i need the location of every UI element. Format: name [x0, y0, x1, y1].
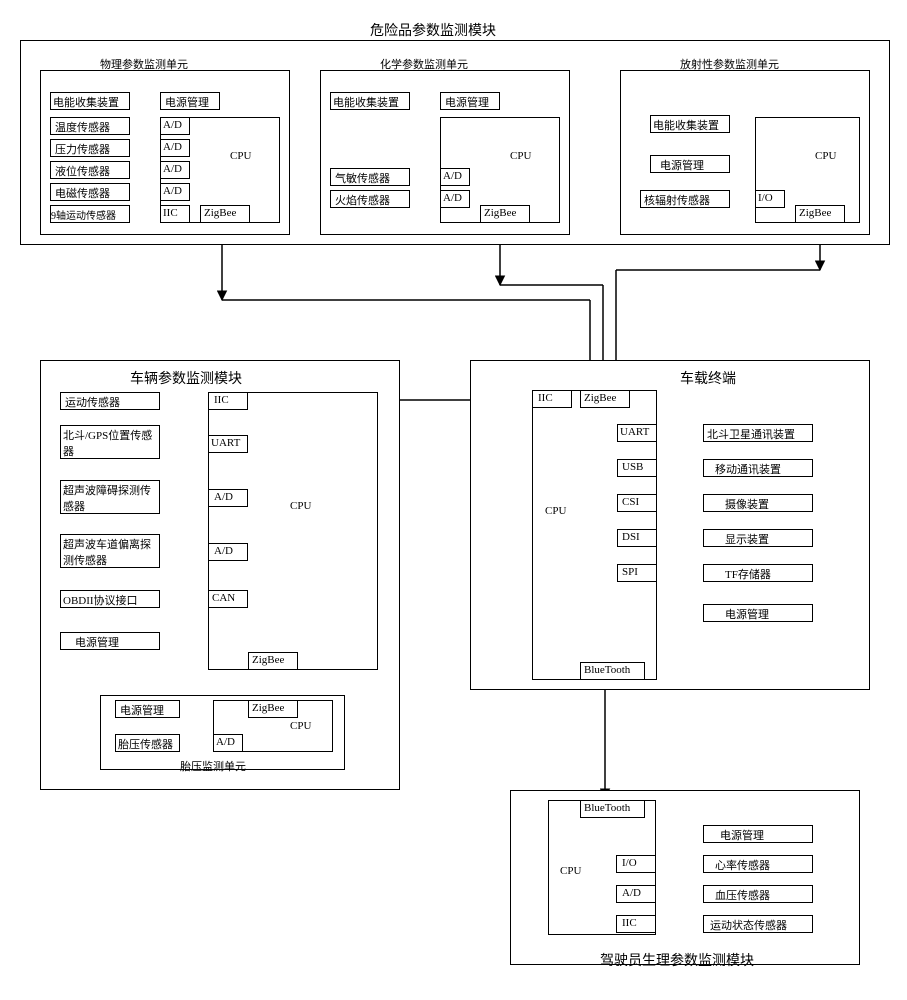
phy-ad4-lbl: A/D	[163, 185, 182, 197]
phy-temp-lbl: 温度传感器	[55, 119, 110, 135]
rad-power-lbl: 电源管理	[660, 157, 704, 173]
phy-zigbee-lbl: ZigBee	[204, 207, 236, 219]
term-power-lbl: 电源管理	[725, 606, 769, 622]
term-mobile-lbl: 移动通讯装置	[715, 461, 781, 477]
phy-level-lbl: 液位传感器	[55, 163, 110, 179]
phy-em-lbl: 电磁传感器	[55, 185, 110, 201]
chem-ad2-lbl: A/D	[443, 192, 462, 204]
term-csi-lbl: CSI	[622, 496, 639, 508]
veh-cpu	[208, 392, 378, 670]
veh-ultra-lane-lbl: 超声波车道偏离探测传感器	[63, 536, 158, 568]
tire-title: 胎压监测单元	[180, 758, 246, 774]
chem-flame-lbl: 火焰传感器	[335, 192, 390, 208]
tire-zigbee-lbl: ZigBee	[252, 702, 284, 714]
physical-title: 物理参数监测单元	[100, 56, 188, 72]
tire-cpu-lbl: CPU	[290, 720, 311, 732]
drv-io-lbl: I/O	[622, 857, 637, 869]
drv-bt-lbl: BlueTooth	[584, 802, 630, 814]
veh-cpu-lbl: CPU	[290, 500, 311, 512]
term-iic-lbl: IIC	[538, 392, 553, 404]
veh-ad2-lbl: A/D	[214, 545, 233, 557]
drv-power-lbl: 电源管理	[720, 827, 764, 843]
chem-zigbee-lbl: ZigBee	[484, 207, 516, 219]
term-spi-lbl: SPI	[622, 566, 638, 578]
terminal-title: 车载终端	[680, 368, 736, 388]
term-cpu-lbl: CPU	[545, 505, 566, 517]
veh-zigbee-lbl: ZigBee	[252, 654, 284, 666]
drv-bp-lbl: 血压传感器	[715, 887, 770, 903]
term-dsi-lbl: DSI	[622, 531, 640, 543]
tire-ad-lbl: A/D	[216, 736, 235, 748]
drv-heart-lbl: 心率传感器	[715, 857, 770, 873]
chem-ad1-lbl: A/D	[443, 170, 462, 182]
rad-nuc-lbl: 核辐射传感器	[644, 192, 710, 208]
veh-ad1-lbl: A/D	[214, 491, 233, 503]
term-beidou-lbl: 北斗卫星通讯装置	[707, 426, 795, 442]
vehicle-title: 车辆参数监测模块	[130, 368, 242, 388]
rad-zigbee-lbl: ZigBee	[799, 207, 831, 219]
tire-power-lbl: 电源管理	[120, 702, 164, 718]
hazmat-title: 危险品参数监测模块	[370, 20, 496, 40]
term-cam-lbl: 摄像装置	[725, 496, 769, 512]
driver-title: 驾驶员生理参数监测模块	[600, 950, 754, 970]
veh-iic-lbl: IIC	[214, 394, 229, 406]
term-uart-lbl: UART	[620, 426, 649, 438]
terminal-module	[470, 360, 870, 690]
radiation-title: 放射性参数监测单元	[680, 56, 779, 72]
phy-ad3-lbl: A/D	[163, 163, 182, 175]
phy-cpu-lbl: CPU	[230, 150, 251, 162]
chem-power-lbl: 电源管理	[445, 94, 489, 110]
term-disp-lbl: 显示装置	[725, 531, 769, 547]
rad-energy-lbl: 电能收集装置	[653, 117, 719, 133]
term-zigbee-lbl: ZigBee	[584, 392, 616, 404]
term-tf-lbl: TF存储器	[725, 566, 771, 582]
tire-tp-lbl: 胎压传感器	[118, 736, 173, 752]
drv-motion-lbl: 运动状态传感器	[710, 917, 787, 933]
veh-can-lbl: CAN	[212, 592, 235, 604]
phy-ad2-lbl: A/D	[163, 141, 182, 153]
veh-uart-lbl: UART	[211, 437, 240, 449]
drv-iic-lbl: IIC	[622, 917, 637, 929]
drv-cpu-lbl: CPU	[560, 865, 581, 877]
chem-gas-lbl: 气敏传感器	[335, 170, 390, 186]
phy-9ax-lbl: 9轴运动传感器	[51, 207, 116, 222]
veh-gps-lbl: 北斗/GPS位置传感器	[63, 427, 158, 459]
veh-motion-lbl: 运动传感器	[65, 394, 120, 410]
phy-iic-lbl: IIC	[163, 207, 178, 219]
phy-energy-lbl: 电能收集装置	[53, 94, 119, 110]
phy-ad1-lbl: A/D	[163, 119, 182, 131]
phy-press-lbl: 压力传感器	[55, 141, 110, 157]
term-bt-lbl: BlueTooth	[584, 664, 630, 676]
chem-cpu-lbl: CPU	[510, 150, 531, 162]
term-usb-lbl: USB	[622, 461, 643, 473]
veh-power-lbl: 电源管理	[75, 634, 119, 650]
veh-ultra-obs-lbl: 超声波障碍探测传感器	[63, 482, 158, 514]
rad-io-lbl: I/O	[758, 192, 773, 204]
chemical-title: 化学参数监测单元	[380, 56, 468, 72]
phy-power-lbl: 电源管理	[165, 94, 209, 110]
drv-ad-lbl: A/D	[622, 887, 641, 899]
chem-energy-lbl: 电能收集装置	[333, 94, 399, 110]
veh-obd-lbl: OBDII协议接口	[63, 592, 138, 608]
rad-cpu-lbl: CPU	[815, 150, 836, 162]
